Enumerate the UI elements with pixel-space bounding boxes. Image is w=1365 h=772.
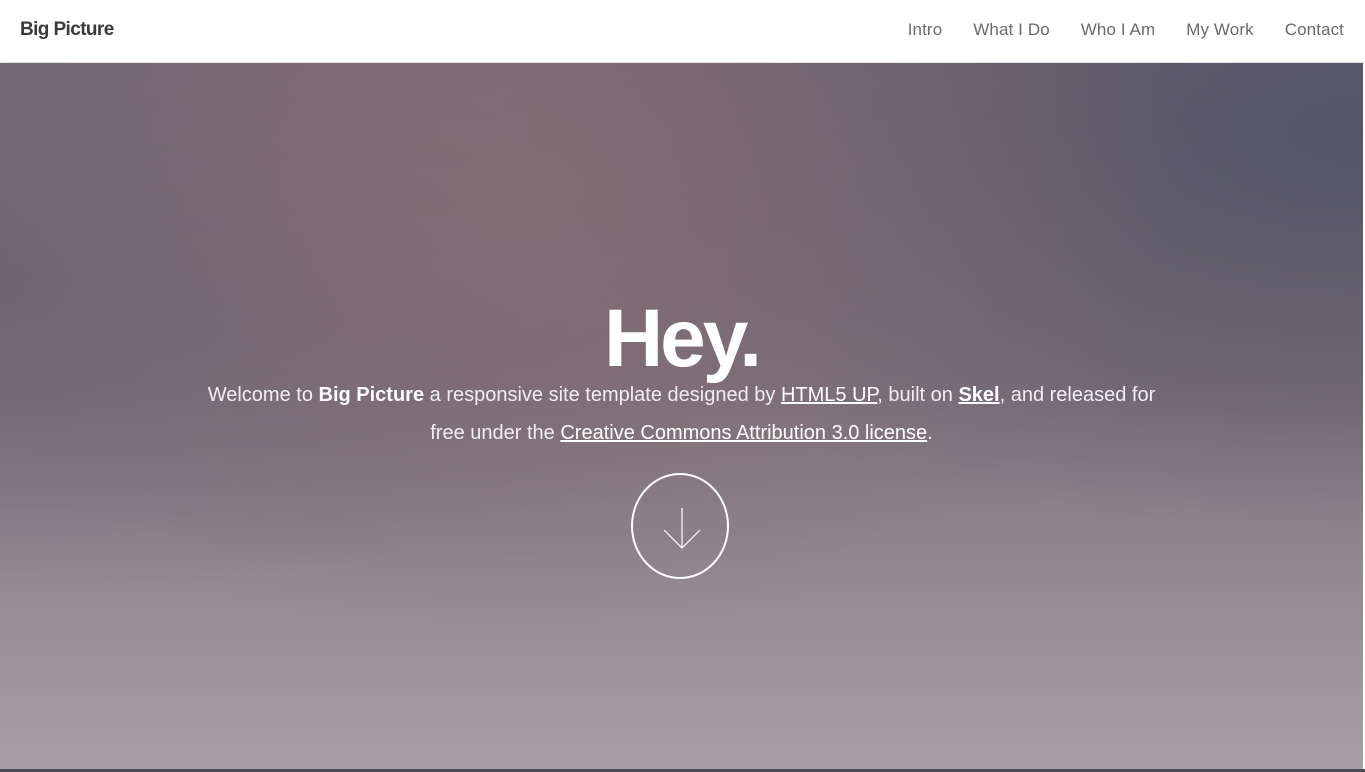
intro-text-2: a responsive site template designed by	[424, 384, 781, 406]
arrow-down-icon	[663, 508, 701, 549]
main-nav: Intro What I Do Who I Am My Work Contact	[877, 20, 1344, 40]
html5up-link[interactable]: HTML5 UP	[781, 384, 877, 406]
site-header: Big Picture Intro What I Do Who I Am My …	[0, 0, 1365, 63]
intro-text-1: Welcome to	[207, 384, 319, 406]
intro-text-5: .	[927, 422, 933, 444]
nav-item-intro[interactable]: Intro	[908, 20, 943, 40]
nav-item-contact[interactable]: Contact	[1285, 20, 1344, 40]
nav-item-what-i-do[interactable]: What I Do	[973, 20, 1049, 40]
scroll-down-button[interactable]	[631, 473, 729, 579]
license-link[interactable]: Creative Commons Attribution 3.0 license	[560, 422, 927, 444]
hero-title: Hey.	[603, 292, 762, 384]
skel-link[interactable]: Skel	[958, 384, 999, 406]
nav-item-who-i-am[interactable]: Who I Am	[1081, 20, 1156, 40]
intro-text-3: , built on	[877, 384, 959, 406]
hero-section: Hey. Welcome to Big Picture a responsive…	[0, 63, 1363, 770]
site-logo[interactable]: Big Picture	[20, 19, 114, 41]
nav-item-my-work[interactable]: My Work	[1186, 20, 1253, 40]
hero-intro-text: Welcome to Big Picture a responsive site…	[200, 376, 1163, 452]
brand-name: Big Picture	[318, 384, 425, 406]
